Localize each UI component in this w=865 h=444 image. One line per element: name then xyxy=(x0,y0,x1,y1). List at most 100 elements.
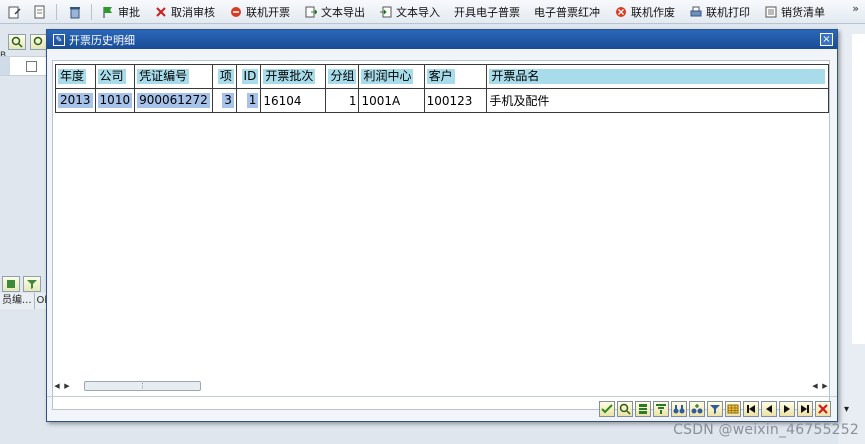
previous-page-button[interactable] xyxy=(761,401,777,417)
import-icon xyxy=(379,5,393,19)
dialog-title: 开票历史明细 xyxy=(69,33,135,47)
horizontal-scrollbar[interactable]: ◀ ▶ ⋮ ◀ ▶ xyxy=(52,380,830,392)
sort-ascending-icon xyxy=(639,404,647,414)
binoculars-icon xyxy=(673,405,685,414)
online-print-label: 联机打印 xyxy=(706,5,750,19)
online-invoice-button[interactable]: 联机开票 xyxy=(224,2,295,22)
cell-profit-center[interactable]: 1001A xyxy=(358,88,425,113)
filter-button[interactable] xyxy=(707,401,723,417)
scroll-track[interactable]: ⋮ xyxy=(72,381,810,391)
cell-group[interactable]: 1 xyxy=(325,88,360,113)
online-invoice-label: 联机开票 xyxy=(246,5,290,19)
dialog-footer xyxy=(47,396,837,422)
next-page-button[interactable] xyxy=(779,401,795,417)
sales-list-label: 销货清单 xyxy=(781,5,825,19)
printer-icon xyxy=(689,5,703,19)
checkmark-icon xyxy=(601,404,613,414)
e-invoice-reverse-button[interactable]: 电子普票红冲 xyxy=(529,2,605,22)
confirm-button[interactable] xyxy=(599,401,615,417)
column-header-year[interactable]: 年度 xyxy=(55,64,96,89)
green-flag-icon xyxy=(101,5,115,19)
right-panel xyxy=(852,34,865,344)
right-scroll-area: ▾ xyxy=(838,24,865,444)
cell-customer[interactable]: 100123 xyxy=(423,88,488,113)
issue-e-invoice-button[interactable]: 开具电子普票 xyxy=(449,2,525,22)
footer-button-bar xyxy=(599,401,831,417)
column-header-batch[interactable]: 开票批次 xyxy=(260,64,327,89)
first-page-button[interactable] xyxy=(743,401,759,417)
sort-ascending-button[interactable] xyxy=(635,401,651,417)
scroll-left-icon[interactable]: ◀ xyxy=(52,381,62,391)
scroll-right-icon[interactable]: ▶ xyxy=(820,381,830,391)
last-page-button[interactable] xyxy=(797,401,813,417)
online-void-button[interactable]: 联机作废 xyxy=(609,2,680,22)
approve-label: 审批 xyxy=(118,5,140,19)
filter-icon[interactable] xyxy=(23,276,41,292)
table-row[interactable]: 2013 1010 900061272 3 1 16104 1 1001A 10… xyxy=(55,88,829,113)
toolbar-more-button[interactable]: » xyxy=(852,2,859,15)
trash-icon[interactable] xyxy=(67,4,83,20)
edit-icon[interactable] xyxy=(6,4,22,20)
cell-item[interactable]: 3 xyxy=(211,88,237,113)
column-header-product[interactable]: 开票品名 xyxy=(486,64,829,89)
approve-button[interactable]: 审批 xyxy=(96,2,145,22)
sort-descending-icon xyxy=(656,404,666,414)
red-circle-icon xyxy=(229,5,243,19)
toolbar-separator xyxy=(91,3,92,20)
sales-list-button[interactable]: 销货清单 xyxy=(759,2,830,22)
search-icon[interactable] xyxy=(8,34,26,50)
text-import-label: 文本导入 xyxy=(396,5,440,19)
background-column-header[interactable]: 员编... xyxy=(0,293,35,309)
cell-year[interactable]: 2013 xyxy=(55,88,96,113)
cell-company[interactable]: 1010 xyxy=(94,88,136,113)
scroll-thumb[interactable]: ⋮ xyxy=(84,381,201,391)
chevron-down-icon[interactable]: ▾ xyxy=(844,404,849,415)
grid-icon xyxy=(727,404,739,414)
layout-icon[interactable] xyxy=(2,276,20,292)
issue-e-invoice-label: 开具电子普票 xyxy=(454,5,520,19)
cell-id[interactable]: 1 xyxy=(235,88,262,113)
binoculars-plus-icon xyxy=(691,404,703,414)
table-header-row: 年度 公司 凭证编号 项 ID 开票批次 分组 利润中心 客户 开票品名 xyxy=(55,64,829,89)
cancel-review-label: 取消审核 xyxy=(171,5,215,19)
row-checkbox[interactable] xyxy=(26,61,37,72)
find-next-button[interactable] xyxy=(689,401,705,417)
layout-button[interactable] xyxy=(725,401,741,417)
next-page-icon xyxy=(784,405,790,413)
background-toolbar xyxy=(8,34,48,50)
close-icon xyxy=(818,404,828,414)
scroll-left-icon[interactable]: ◀ xyxy=(810,381,820,391)
text-import-button[interactable]: 文本导入 xyxy=(374,2,445,22)
cell-product[interactable]: 手机及配件 xyxy=(486,88,829,113)
online-print-button[interactable]: 联机打印 xyxy=(684,2,755,22)
cell-batch[interactable]: 16104 xyxy=(260,88,327,113)
row-selector[interactable] xyxy=(0,57,10,75)
column-header-customer[interactable]: 客户 xyxy=(423,64,488,89)
column-header-profit-center[interactable]: 利润中心 xyxy=(358,64,425,89)
cell-doc-no[interactable]: 900061272 xyxy=(134,88,213,113)
red-x-icon xyxy=(154,5,168,19)
cancel-review-button[interactable]: 取消审核 xyxy=(149,2,220,22)
sort-descending-button[interactable] xyxy=(653,401,669,417)
text-export-button[interactable]: 文本导出 xyxy=(299,2,370,22)
dialog-title-bar[interactable]: ✎ 开票历史明细 xyxy=(47,30,837,49)
document-icon[interactable] xyxy=(32,4,48,20)
cancel-button[interactable] xyxy=(815,401,831,417)
column-header-id[interactable]: ID xyxy=(235,64,262,89)
red-circle-icon xyxy=(614,5,628,19)
invoice-history-table: 年度 公司 凭证编号 项 ID 开票批次 分组 利润中心 客户 开票品名 201… xyxy=(55,64,829,113)
column-header-item[interactable]: 项 xyxy=(211,64,237,89)
online-void-label: 联机作废 xyxy=(631,5,675,19)
scroll-right-icon[interactable]: ▶ xyxy=(62,381,72,391)
column-header-company[interactable]: 公司 xyxy=(94,64,136,89)
close-button[interactable]: × xyxy=(820,33,833,46)
search-icon xyxy=(619,403,631,415)
binoculars-button[interactable] xyxy=(671,401,687,417)
invoice-history-dialog: ✎ 开票历史明细 × 年度 公司 凭证编号 项 ID 开票批次 分组 利润中心 … xyxy=(46,29,838,422)
background-grid-row xyxy=(0,56,46,76)
column-header-doc-no[interactable]: 凭证编号 xyxy=(134,64,213,89)
find-button[interactable] xyxy=(617,401,633,417)
first-page-icon xyxy=(747,405,755,413)
filter-icon xyxy=(710,405,720,414)
column-header-group[interactable]: 分组 xyxy=(325,64,360,89)
